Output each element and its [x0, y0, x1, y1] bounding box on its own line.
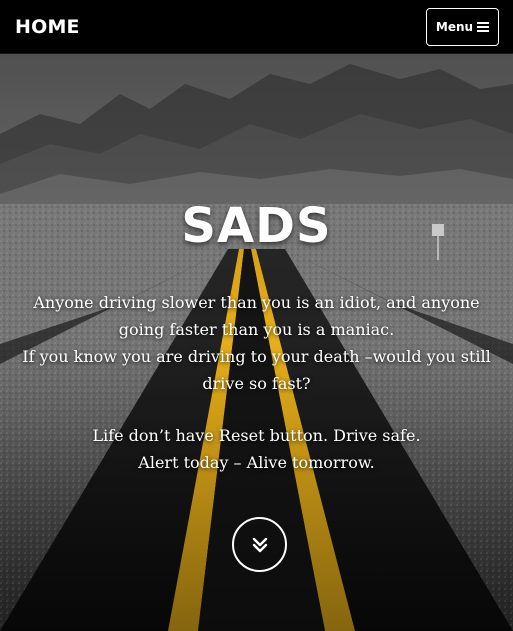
- quote-line: If you know you are driving to your deat…: [22, 347, 491, 366]
- bars-icon: [477, 21, 490, 32]
- quote-block-2: Life don’t have Reset button. Drive safe…: [12, 422, 501, 476]
- quote-line: Anyone driving slower than you is an idi…: [33, 293, 480, 312]
- quote-line: Life don’t have Reset button. Drive safe…: [92, 426, 421, 445]
- quote-line: going faster than you is a maniac.: [118, 320, 395, 339]
- home-link[interactable]: HOME: [15, 16, 80, 38]
- navbar: HOME Menu: [0, 0, 513, 54]
- chevron-double-down-icon: [252, 537, 267, 552]
- site-title: SADS: [181, 198, 332, 254]
- quote-line: drive so fast?: [202, 374, 311, 393]
- quote-block-1: Anyone driving slower than you is an idi…: [12, 289, 501, 397]
- scroll-down-button[interactable]: [232, 517, 287, 572]
- quote-line: Alert today – Alive tomorrow.: [138, 453, 375, 472]
- menu-button[interactable]: Menu: [426, 7, 499, 46]
- hero-section: SADS Anyone driving slower than you is a…: [0, 54, 513, 631]
- menu-button-label: Menu: [435, 19, 474, 34]
